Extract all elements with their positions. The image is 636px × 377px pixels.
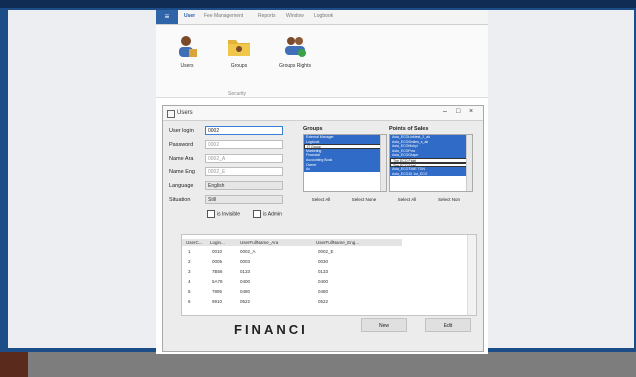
situation-label: Situation <box>169 197 191 203</box>
table-cell: 7B56 <box>212 269 223 274</box>
users-grid[interactable]: UserC... Login... UserFullName_Ara UserF… <box>181 234 477 316</box>
table-cell: 0030 <box>318 259 329 264</box>
grid-header: UserC... Login... UserFullName_Ara UserF… <box>182 239 402 246</box>
folder-icon <box>226 33 252 59</box>
ribbon-tabs: ≡ User Fee Management Reports Window Log… <box>156 10 488 25</box>
table-cell: 9910 <box>212 299 223 304</box>
language-label: Language <box>169 183 194 189</box>
table-cell: 4 <box>188 279 191 284</box>
tab-user[interactable]: User <box>184 13 195 19</box>
tab-reports[interactable]: Reports <box>258 13 276 19</box>
table-cell: 0133 <box>240 269 251 274</box>
ribbon-group-security-label: Security <box>228 91 247 97</box>
list-item[interactable]: Ac <box>304 167 386 172</box>
groups-list[interactable]: External Manager Logbook IT Group Market… <box>303 134 387 192</box>
column-header[interactable]: Login... <box>210 240 225 245</box>
table-cell: 0522 <box>240 299 251 304</box>
groups-select-all-button[interactable]: Select All <box>305 196 337 204</box>
table-cell: 0480 <box>318 289 329 294</box>
close-button[interactable]: × <box>469 108 473 115</box>
app-menu-button[interactable]: ≡ <box>156 10 178 24</box>
language-dropdown[interactable]: English <box>205 181 283 190</box>
table-cell: 6 <box>188 299 191 304</box>
name-eng-field[interactable]: 0002_E <box>205 167 283 176</box>
table-cell: 0002_E <box>318 249 334 254</box>
checkbox-box <box>207 210 215 218</box>
user-login-label: User login <box>169 128 194 134</box>
table-cell: 0400 <box>240 279 251 284</box>
table-cell: 0005 <box>212 259 223 264</box>
group-rights-icon <box>282 33 308 59</box>
groups-rights-button[interactable]: Groups Rights <box>268 33 322 69</box>
table-cell: 0133 <box>318 269 329 274</box>
dialog-titlebar: Users – □ × <box>163 106 483 121</box>
bottom-frame-accent <box>0 352 28 377</box>
groups-button[interactable]: Groups <box>214 33 264 69</box>
table-cell: 7895 <box>212 289 223 294</box>
groups-rights-button-label: Groups Rights <box>279 63 311 69</box>
column-header[interactable]: UserC... <box>186 240 203 245</box>
is-admin-label: is Admin <box>263 211 282 218</box>
users-icon <box>174 33 200 59</box>
situation-dropdown[interactable]: Still <box>205 195 283 204</box>
table-cell: 0010 <box>212 249 223 254</box>
pos-select-all-button[interactable]: Select All <box>391 196 423 204</box>
table-cell: 0003 <box>240 259 251 264</box>
top-frame <box>0 0 636 8</box>
ribbon-body: Users Groups Groups Rights Security <box>156 25 488 98</box>
user-login-field[interactable]: 0002 <box>205 126 283 135</box>
groups-button-label: Groups <box>230 63 248 69</box>
password-label: Password <box>169 142 194 148</box>
edit-button[interactable]: Edit <box>425 318 471 332</box>
tab-window[interactable]: Window <box>286 13 304 19</box>
name-ara-field[interactable]: 0002_A <box>205 154 283 163</box>
minimize-button[interactable]: – <box>443 108 447 115</box>
points-of-sales-list[interactable]: Asia_ECOLinktest_2_ak Asia_ECOSmiles_s_a… <box>389 134 473 192</box>
right-panel <box>488 10 634 348</box>
pos-select-none-button[interactable]: Select Non <box>431 196 467 204</box>
maximize-button[interactable]: □ <box>456 108 460 115</box>
tab-fee-management[interactable]: Fee Management <box>204 13 243 19</box>
application-window: ≡ User Fee Management Reports Window Log… <box>156 10 488 354</box>
grid-scrollbar[interactable] <box>467 235 476 315</box>
table-cell: 0522 <box>318 299 329 304</box>
pos-scrollbar[interactable] <box>466 135 472 191</box>
dialog-title: Users <box>177 110 193 116</box>
password-field[interactable]: 0002 <box>205 140 283 149</box>
bottom-frame <box>0 352 636 377</box>
table-cell: 5 <box>188 289 191 294</box>
dialog-icon <box>167 110 175 118</box>
users-dialog: Users – □ × User login 0002 Password 000… <box>162 105 484 352</box>
tab-logbook[interactable]: Logbook <box>314 13 333 19</box>
table-cell: 1 <box>188 249 191 254</box>
is-invisible-label: is Invisible <box>217 211 241 218</box>
table-cell: 3 <box>188 269 191 274</box>
groups-header: Groups <box>303 126 323 132</box>
table-cell: 0400 <box>318 279 329 284</box>
users-button-label: Users <box>180 63 194 69</box>
table-cell: 2 <box>188 259 191 264</box>
left-panel <box>8 10 156 348</box>
users-button[interactable]: Users <box>162 33 212 69</box>
name-eng-label: Name Eng <box>169 169 195 175</box>
list-item[interactable]: Asia_ECO15 1st_ECO <box>390 171 472 177</box>
groups-select-none-button[interactable]: Select None <box>347 196 381 204</box>
table-cell: 5A78 <box>212 279 223 284</box>
is-admin-checkbox[interactable]: is Admin <box>253 210 282 218</box>
checkbox-box <box>253 210 261 218</box>
points-of-sales-header: Points of Sales <box>389 126 429 132</box>
table-cell: 0002_A <box>240 249 256 254</box>
groups-scrollbar[interactable] <box>380 135 386 191</box>
name-ara-label: Name Ara <box>169 156 194 162</box>
is-invisible-checkbox[interactable]: is Invisible <box>207 210 240 218</box>
column-header[interactable]: UserFullName_Ara <box>240 240 278 245</box>
brand-logo-text: FINANCI <box>234 322 308 337</box>
column-header[interactable]: UserFullName_Eng... <box>316 240 359 245</box>
table-cell: 0480 <box>240 289 251 294</box>
new-button[interactable]: New <box>361 318 407 332</box>
